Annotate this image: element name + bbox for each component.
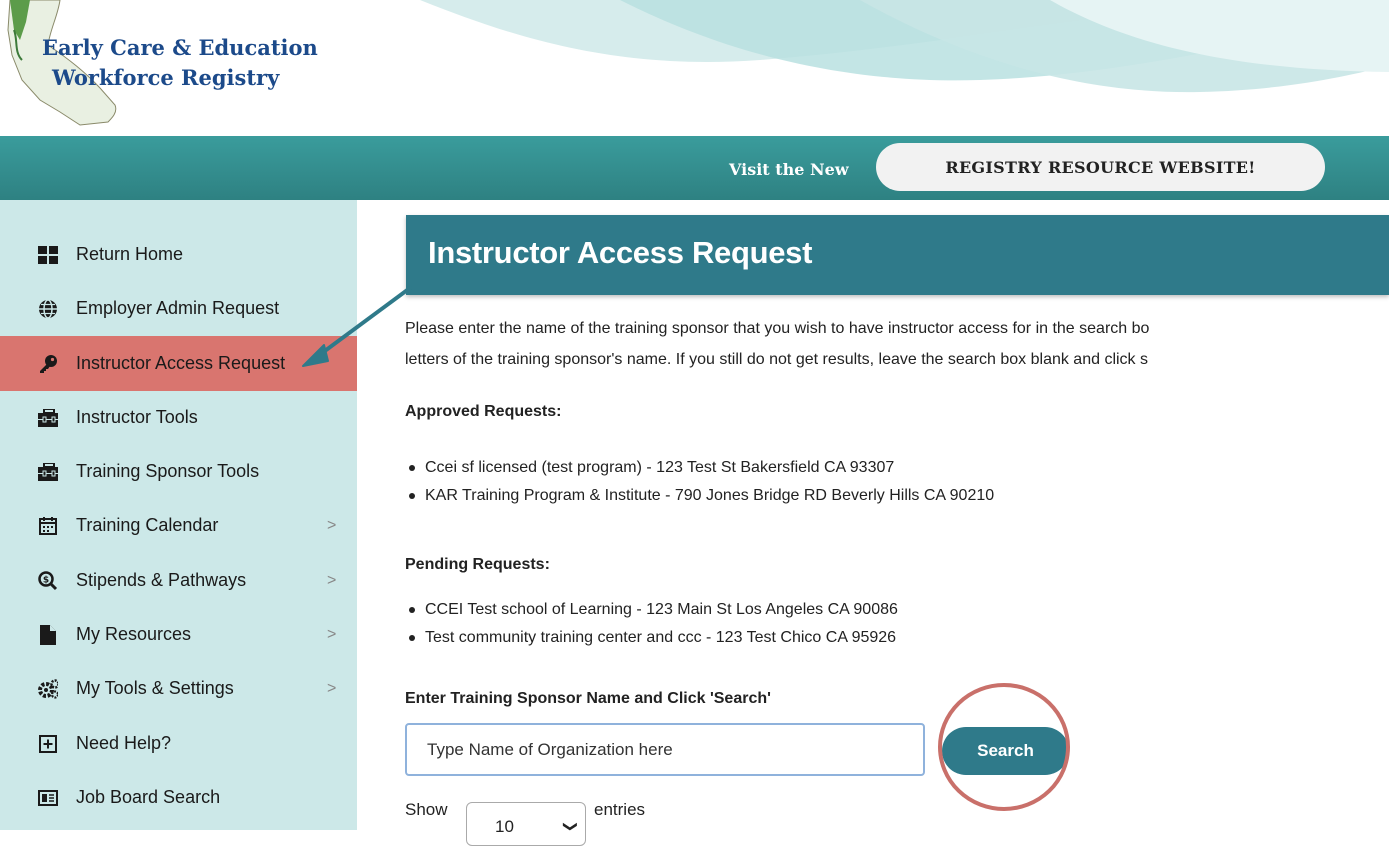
sidebar-item-label: Instructor Tools: [76, 407, 198, 427]
logo-line-2: Workforce Registry: [52, 65, 280, 90]
sidebar-item-label: My Tools & Settings: [76, 678, 234, 698]
globe-icon: [38, 298, 58, 319]
intro-text-line-1: Please enter the name of the training sp…: [405, 320, 1150, 337]
entries-value: 10: [495, 817, 514, 836]
page-title-bar: Instructor Access Request: [406, 215, 1389, 295]
site-logo[interactable]: Early Care & Education Workforce Registr…: [42, 33, 318, 93]
approved-requests-list: Ccei sf licensed (test program) - 123 Te…: [405, 454, 994, 510]
sidebar-item-label: Instructor Access Request: [76, 353, 286, 373]
pending-requests-list: CCEI Test school of Learning - 123 Main …: [405, 596, 898, 652]
list-item: Test community training center and ccc -…: [405, 624, 898, 652]
organization-search-input[interactable]: [405, 723, 925, 776]
chevron-down-icon: ❮: [560, 820, 577, 833]
sidebar-item-training-sponsor-tools[interactable]: Training Sponsor Tools: [0, 444, 357, 499]
search-dollar-icon: $: [38, 570, 58, 591]
sidebar-item-return-home[interactable]: Return Home: [0, 227, 357, 282]
sidebar-item-my-resources[interactable]: My Resources >: [0, 607, 357, 662]
list-item: KAR Training Program & Institute - 790 J…: [405, 482, 994, 510]
visit-label: Visit the New: [729, 160, 849, 179]
sidebar-item-instructor-access-request[interactable]: Instructor Access Request: [0, 336, 357, 391]
sidebar-item-label: Employer Admin Request: [76, 298, 280, 318]
sidebar-item-label: Training Sponsor Tools: [76, 461, 260, 481]
sidebar-item-job-board-search[interactable]: Job Board Search: [0, 770, 357, 825]
show-label: Show: [405, 800, 448, 819]
pending-requests-heading: Pending Requests:: [405, 556, 550, 573]
sidebar-item-my-tools-settings[interactable]: My Tools & Settings >: [0, 661, 357, 716]
chevron-right-icon: >: [327, 679, 337, 697]
sidebar-item-training-calendar[interactable]: Training Calendar >: [0, 498, 357, 553]
site-header: Early Care & Education Workforce Registr…: [0, 0, 1389, 136]
id-card-icon: [38, 788, 58, 808]
entries-select[interactable]: 10 ❮: [466, 802, 586, 846]
sidebar-item-label: Stipends & Pathways: [76, 570, 247, 590]
sidebar-item-label: My Resources: [76, 624, 192, 644]
registry-resource-button[interactable]: REGISTRY RESOURCE WEBSITE!: [876, 143, 1325, 191]
svg-text:$: $: [43, 575, 49, 585]
logo-line-1: Early Care & Education: [42, 35, 318, 60]
approved-requests-heading: Approved Requests:: [405, 403, 562, 420]
intro-text-line-2: letters of the training sponsor's name. …: [405, 351, 1148, 368]
page-title: Instructor Access Request: [428, 235, 813, 270]
sidebar-item-label: Need Help?: [76, 733, 172, 753]
toolbox-icon: [38, 462, 58, 482]
plus-square-icon: [38, 734, 58, 754]
key-icon: [38, 354, 58, 374]
list-item: CCEI Test school of Learning - 123 Main …: [405, 596, 898, 624]
sidebar-item-instructor-tools[interactable]: Instructor Tools: [0, 390, 357, 445]
toolbox-icon: [38, 408, 58, 428]
sidebar: Return Home Employer Admin Request Instr…: [0, 200, 357, 830]
sidebar-item-label: Training Calendar: [76, 515, 219, 535]
cogs-icon: [38, 678, 58, 699]
sidebar-item-label: Job Board Search: [76, 787, 221, 807]
search-button[interactable]: Search: [942, 727, 1069, 775]
list-item: Ccei sf licensed (test program) - 123 Te…: [405, 454, 994, 482]
entries-label: entries: [594, 800, 646, 819]
calendar-icon: [38, 516, 58, 536]
sidebar-item-need-help[interactable]: Need Help?: [0, 716, 357, 771]
search-label: Enter Training Sponsor Name and Click 'S…: [405, 690, 771, 707]
sidebar-item-stipends-pathways[interactable]: $ Stipends & Pathways >: [0, 553, 357, 608]
chevron-right-icon: >: [327, 516, 337, 534]
file-icon: [38, 624, 58, 645]
grid-icon: [38, 245, 58, 265]
chevron-right-icon: >: [327, 571, 337, 589]
sidebar-item-label: Return Home: [76, 244, 184, 264]
chevron-right-icon: >: [327, 625, 337, 643]
sidebar-item-employer-admin-request[interactable]: Employer Admin Request: [0, 281, 357, 336]
